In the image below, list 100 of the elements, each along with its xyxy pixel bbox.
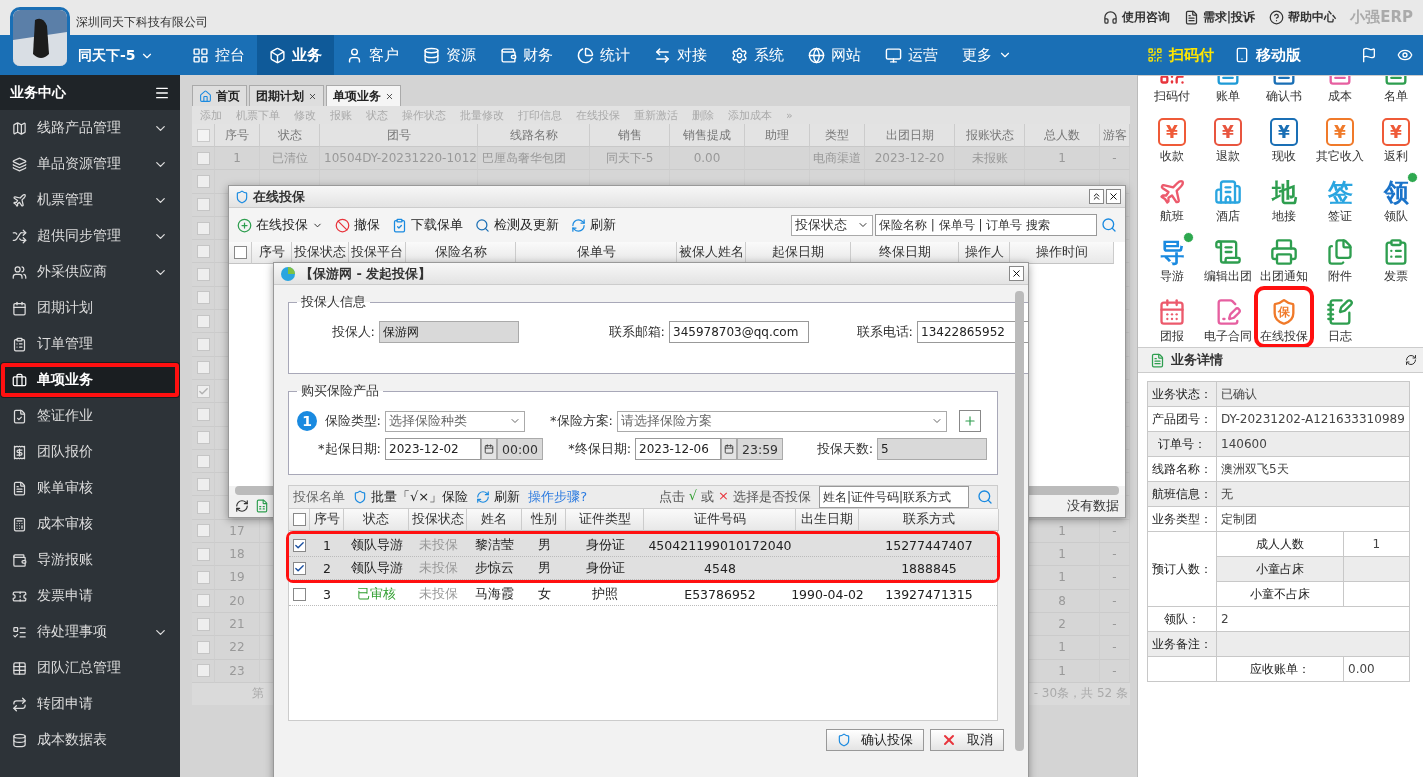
text-field[interactable]: 345978703@qq.com bbox=[669, 321, 809, 343]
sidebar-item[interactable]: 外采供应商 bbox=[0, 254, 180, 290]
checkbox[interactable] bbox=[233, 246, 247, 259]
text-field[interactable]: 5 bbox=[877, 438, 988, 460]
nav-tab[interactable]: 业务 bbox=[257, 35, 334, 75]
quick-action[interactable]: 附件 bbox=[1314, 230, 1366, 284]
checkbox[interactable] bbox=[293, 561, 306, 575]
sidebar-item[interactable]: 签证作业 bbox=[0, 398, 180, 434]
quick-action[interactable]: 日志 bbox=[1314, 290, 1366, 344]
cancel-button[interactable]: 取消 bbox=[930, 729, 1004, 751]
sidebar-item[interactable]: 团队汇总管理 bbox=[0, 650, 180, 686]
page-tab[interactable]: 团期计划 bbox=[249, 85, 324, 106]
toolbar-button[interactable]: 撤保 bbox=[335, 216, 380, 234]
quick-action[interactable]: 电子合同 bbox=[1202, 290, 1254, 344]
quick-action[interactable]: 团报 bbox=[1146, 290, 1198, 344]
quick-action[interactable]: ¥ 退款 bbox=[1202, 110, 1254, 164]
quick-action[interactable]: 发票 bbox=[1370, 230, 1422, 284]
quick-action[interactable]: 酒店 bbox=[1202, 170, 1254, 224]
nav-tab[interactable]: 资源 bbox=[411, 35, 488, 75]
sidebar-item[interactable]: 订单管理 bbox=[0, 326, 180, 362]
quick-action[interactable]: 名单 bbox=[1370, 76, 1422, 104]
insurance-plan-select[interactable]: 请选择保险方案 bbox=[617, 410, 947, 432]
sidebar-item[interactable]: 线路产品管理 bbox=[0, 110, 180, 146]
quick-action[interactable]: 签 签证 bbox=[1314, 170, 1366, 224]
quick-action[interactable]: 地 地接 bbox=[1258, 170, 1310, 224]
quick-action[interactable]: 航班 bbox=[1146, 170, 1198, 224]
spreadsheet-icon[interactable] bbox=[255, 499, 269, 513]
quick-action[interactable]: 编辑出团 bbox=[1202, 230, 1254, 284]
sidebar-item[interactable]: 转团申请 bbox=[0, 686, 180, 722]
nav-tab[interactable]: 系统 bbox=[719, 35, 796, 75]
quick-action[interactable]: 账单 bbox=[1202, 76, 1254, 104]
sidebar-item[interactable]: 机票管理 bbox=[0, 182, 180, 218]
search-field[interactable]: 保险名称 | 保单号 | 订单号 搜索 bbox=[875, 214, 1097, 236]
sidebar-item[interactable]: 发票申请 bbox=[0, 578, 180, 614]
calendar-button[interactable] bbox=[481, 438, 497, 460]
quick-action[interactable]: ¥ 现收 bbox=[1258, 110, 1310, 164]
quick-action[interactable]: 导 导游 bbox=[1146, 230, 1198, 284]
sidebar-item[interactable]: 单项业务 bbox=[0, 362, 180, 398]
quick-action[interactable]: ¥ 收款 bbox=[1146, 110, 1198, 164]
close-button[interactable] bbox=[1009, 266, 1024, 281]
nav-link[interactable]: 移动版 bbox=[1224, 35, 1311, 75]
close-icon[interactable] bbox=[308, 91, 317, 101]
top-link[interactable]: 使用咨询 bbox=[1102, 9, 1170, 26]
sidebar-item[interactable]: 超供同步管理 bbox=[0, 218, 180, 254]
sidebar-item[interactable]: 账单审核 bbox=[0, 470, 180, 506]
refresh-button[interactable]: 刷新 bbox=[476, 488, 521, 506]
top-link[interactable]: 帮助中心 bbox=[1269, 9, 1337, 26]
date-field[interactable]: 2023-12-02 bbox=[385, 438, 481, 460]
add-button[interactable] bbox=[959, 410, 981, 432]
collapse-button[interactable] bbox=[1089, 189, 1104, 204]
top-link[interactable]: 需求|投诉 bbox=[1183, 9, 1256, 26]
quick-action[interactable]: 出团通知 bbox=[1258, 230, 1310, 284]
date-field[interactable]: 2023-12-06 bbox=[635, 438, 722, 460]
nav-tab[interactable]: 客户 bbox=[334, 35, 411, 75]
page-tab[interactable]: 单项业务 bbox=[326, 85, 401, 106]
refresh-icon[interactable] bbox=[235, 499, 249, 513]
sidebar-item[interactable]: 成本数据表 bbox=[0, 722, 180, 758]
sidebar-item[interactable]: 团队报价 bbox=[0, 434, 180, 470]
search-field[interactable]: 姓名|证件号码|联系方式 bbox=[819, 486, 969, 508]
sidebar-item[interactable]: 成本审核 bbox=[0, 506, 180, 542]
sidebar-item[interactable]: 单品资源管理 bbox=[0, 146, 180, 182]
checkbox[interactable] bbox=[293, 538, 306, 552]
page-tab[interactable]: 首页 bbox=[192, 85, 247, 106]
nav-tab[interactable]: 统计 bbox=[565, 35, 642, 75]
search-icon[interactable] bbox=[1101, 217, 1117, 233]
nav-tab[interactable]: 对接 bbox=[642, 35, 719, 75]
time-field[interactable]: 00:00 bbox=[497, 438, 544, 460]
confirm-button[interactable]: 确认投保 bbox=[826, 729, 924, 751]
sidebar-item[interactable]: 导游报账 bbox=[0, 542, 180, 578]
close-icon[interactable] bbox=[385, 91, 394, 101]
quick-action[interactable]: 领 领队 bbox=[1370, 170, 1422, 224]
calendar-button[interactable] bbox=[721, 438, 738, 460]
text-field[interactable]: 13422865952 bbox=[917, 321, 1028, 343]
quick-action[interactable]: 确认书 bbox=[1258, 76, 1310, 104]
toolbar-button[interactable]: 刷新 bbox=[571, 216, 616, 234]
nav-tab[interactable]: 运营 bbox=[873, 35, 950, 75]
refresh-icon[interactable] bbox=[1405, 354, 1417, 366]
more-menu[interactable]: 更多 bbox=[950, 35, 1024, 75]
sidebar-item[interactable]: 团期计划 bbox=[0, 290, 180, 326]
toolbar-button[interactable]: 下载保单 bbox=[392, 216, 463, 234]
checkbox[interactable] bbox=[292, 513, 306, 526]
toolbar-button[interactable]: 在线投保 bbox=[237, 216, 323, 234]
toolbar-button[interactable]: 检测及更新 bbox=[475, 216, 559, 234]
text-field[interactable]: 保游网 bbox=[379, 321, 519, 343]
help-link[interactable]: 操作步骤? bbox=[528, 488, 588, 506]
nav-link[interactable]: 扫码付 bbox=[1137, 35, 1224, 75]
nav-tab[interactable]: 网站 bbox=[796, 35, 873, 75]
quick-action[interactable]: ¥ 其它收入 bbox=[1314, 110, 1366, 164]
nav-tab[interactable]: 控台 bbox=[180, 35, 257, 75]
close-button[interactable] bbox=[1106, 189, 1121, 204]
nav-tab[interactable]: 财务 bbox=[488, 35, 565, 75]
status-select[interactable]: 投保状态 bbox=[791, 214, 873, 236]
sidebar-item[interactable]: 待处理事项 bbox=[0, 614, 180, 650]
checkbox[interactable] bbox=[293, 587, 306, 601]
batch-button[interactable]: 批量「√×」保险 bbox=[353, 488, 469, 506]
scrollbar[interactable] bbox=[1015, 291, 1024, 751]
quick-action[interactable]: 保 在线投保 bbox=[1258, 290, 1310, 344]
quick-action[interactable]: ¥ 返利 bbox=[1370, 110, 1422, 164]
time-field[interactable]: 23:59 bbox=[737, 438, 784, 460]
quick-action[interactable]: 扫码付 bbox=[1146, 76, 1198, 104]
